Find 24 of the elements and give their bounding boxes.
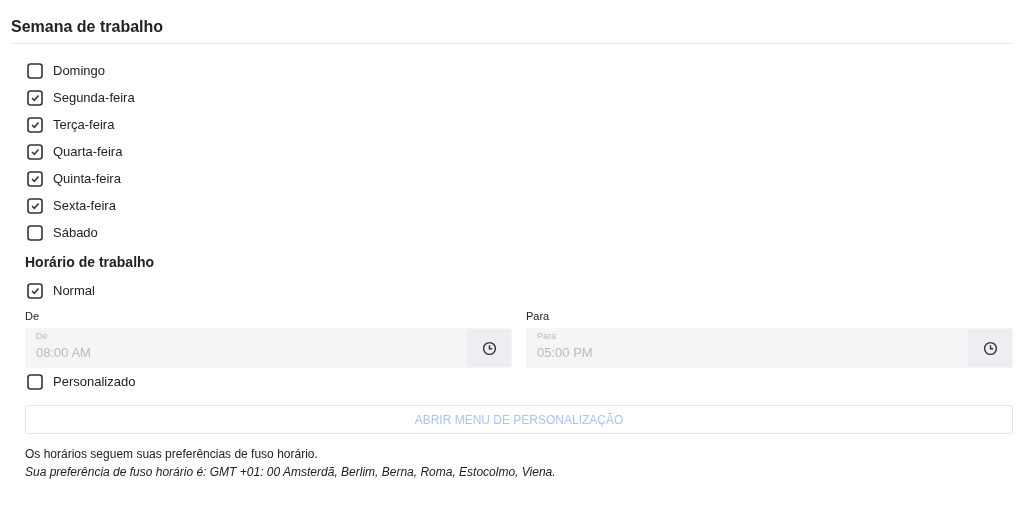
checkbox-label: Quarta-feira: [53, 144, 123, 159]
checkbox-label: Normal: [53, 283, 95, 298]
section-title: Horário de trabalho: [24, 253, 156, 272]
checkbox-label: Sábado: [53, 225, 98, 240]
checkbox[interactable]: [27, 197, 43, 214]
field-label: De: [25, 310, 40, 324]
checkbox[interactable]: [27, 62, 43, 79]
checkbox[interactable]: [27, 116, 43, 133]
checkbox-label: Domingo: [53, 63, 106, 78]
checkbox[interactable]: [27, 224, 43, 241]
section-title: Semana de trabalho: [11, 17, 165, 37]
checkbox-label: Personalizado: [53, 374, 136, 389]
note-text: Os horários seguem suas preferências de fuso horário.: [24, 446, 319, 463]
checkbox-label: Quinta-feira: [53, 171, 121, 186]
checkbox[interactable]: [27, 170, 43, 187]
checkbox-label: Segunda-feira: [53, 90, 135, 105]
checkbox[interactable]: [27, 89, 43, 106]
checkbox[interactable]: [27, 373, 43, 390]
timezone-text: Sua preferência de fuso horário é: GMT +01: 00 Amsterdã, Berlim, Berna, Roma, Estocolmo, Viena.: [24, 464, 557, 481]
checkbox-label: Sexta-feira: [53, 198, 116, 213]
checkbox-label: Terça-feira: [53, 117, 115, 132]
checkbox[interactable]: [27, 282, 43, 299]
field-label: Para: [526, 310, 550, 324]
checkbox[interactable]: [27, 143, 43, 160]
